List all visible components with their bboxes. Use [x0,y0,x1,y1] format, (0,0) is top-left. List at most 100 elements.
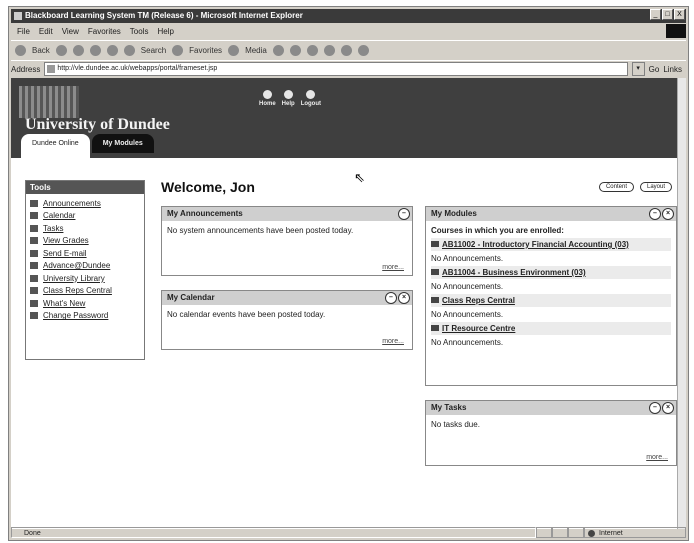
course-link[interactable]: IT Resource Centre [431,322,671,335]
module-header: My Announcements – [162,207,412,221]
tab-dundee-online[interactable]: Dundee Online [21,134,90,158]
tools-panel: Tools Announcements Calendar Tasks View … [25,180,145,360]
tool-class-reps-central[interactable]: Class Reps Central [30,285,140,298]
remove-icon[interactable]: × [398,292,410,304]
back-button[interactable]: Back [32,46,50,55]
module-title: My Tasks [431,403,467,412]
home-icon[interactable] [106,44,118,56]
tool-advance-dundee[interactable]: Advance@Dundee [30,260,140,273]
tool-university-library[interactable]: University Library [30,272,140,285]
address-label: Address [11,64,41,74]
menu-favorites[interactable]: Favorites [88,25,121,38]
course-name: AB11004 - Business Environment (03) [442,268,586,277]
tool-whats-new[interactable]: What's New [30,297,140,310]
close-button[interactable]: X [674,9,685,20]
mail-icon[interactable] [289,44,301,56]
stop-icon[interactable] [72,44,84,56]
course-link[interactable]: Class Reps Central [431,294,671,307]
crest-icon [19,86,79,118]
course-name: AB11002 - Introductory Financial Account… [442,240,629,249]
discuss-icon[interactable] [340,44,352,56]
tool-label: Advance@Dundee [43,261,111,271]
announcements-text: No system announcements have been posted… [167,226,354,235]
browser-window: Blackboard Learning System TM (Release 6… [8,6,689,541]
search-button[interactable]: Search [141,46,166,55]
minimize-button[interactable]: _ [650,9,661,20]
media-button[interactable]: Media [245,46,267,55]
course-link[interactable]: AB11002 - Introductory Financial Account… [431,238,671,251]
status-bar: Done Internet [11,527,686,538]
module-title: My Calendar [167,293,215,302]
collapse-icon[interactable]: – [398,208,410,220]
history-icon[interactable] [272,44,284,56]
top-nav: Home Help Logout [259,90,321,107]
course-note: No Announcements. [431,310,504,319]
module-title: My Announcements [167,209,243,218]
status-cell [552,527,568,538]
vertical-scrollbar[interactable] [677,78,686,529]
content-button[interactable]: Content [598,182,634,192]
module-header: My Calendar – × [162,291,412,305]
status-cell [568,527,584,538]
course-name: IT Resource Centre [442,324,516,333]
tool-label: Send E-mail [43,248,87,258]
collapse-icon[interactable]: – [649,402,661,414]
messenger-icon[interactable] [357,44,369,56]
address-bar: Address http://vle.dundee.ac.uk/webapps/… [11,60,686,77]
tools-header: Tools [26,181,144,194]
address-dropdown-icon[interactable]: ▾ [631,62,645,76]
menu-file[interactable]: File [17,25,30,38]
course-link[interactable]: AB11004 - Business Environment (03) [431,266,671,279]
tool-label: Calendar [43,211,76,221]
tool-label: View Grades [43,236,89,246]
maximize-button[interactable]: □ [662,9,673,20]
nav-help[interactable]: Help [282,90,295,107]
banner: University of Dundee Home Help Logout Du… [11,78,680,158]
remove-icon[interactable]: × [662,208,674,220]
tool-label: University Library [43,273,105,283]
menu-view[interactable]: View [62,25,79,38]
edit-icon[interactable] [323,44,335,56]
more-link[interactable]: more... [382,338,404,345]
help-icon [283,90,293,99]
media-icon[interactable] [228,44,240,56]
collapse-icon[interactable]: – [649,208,661,220]
layout-button[interactable]: Layout [639,182,672,192]
tool-change-password[interactable]: Change Password [30,310,140,323]
nav-logout[interactable]: Logout [301,90,321,107]
tool-tasks[interactable]: Tasks [30,222,140,235]
course-name: Class Reps Central [442,296,515,305]
remove-icon[interactable]: × [662,402,674,414]
tool-send-email[interactable]: Send E-mail [30,247,140,260]
university-logo: University of Dundee [19,86,209,136]
logout-icon [306,90,316,99]
tool-announcements[interactable]: Announcements [30,197,140,210]
course-note: No Announcements. [431,338,504,347]
tool-label: Tasks [43,223,64,233]
nav-home[interactable]: Home [259,90,276,107]
more-link[interactable]: more... [646,454,668,461]
tool-calendar[interactable]: Calendar [30,210,140,223]
calendar-module: My Calendar – × No calendar events have b… [161,290,413,350]
links-button[interactable]: Links [663,65,686,74]
menu-edit[interactable]: Edit [39,25,53,38]
more-link[interactable]: more... [382,264,404,271]
collapse-icon[interactable]: – [385,292,397,304]
forward-icon[interactable] [55,44,67,56]
menu-help[interactable]: Help [157,25,173,38]
title-bar: Blackboard Learning System TM (Release 6… [11,9,686,23]
refresh-icon[interactable] [89,44,101,56]
search-icon[interactable] [123,44,135,56]
address-input[interactable]: http://vle.dundee.ac.uk/webapps/portal/f… [44,62,628,76]
back-icon[interactable] [15,44,26,56]
go-button[interactable]: Go [649,65,660,74]
print-icon[interactable] [306,44,318,56]
tool-view-grades[interactable]: View Grades [30,235,140,248]
favorites-button[interactable]: Favorites [189,46,222,55]
modules-intro: Courses in which you are enrolled: [431,226,564,235]
tab-my-modules[interactable]: My Modules [91,134,154,153]
mouse-cursor-icon: ⇖ [354,170,365,185]
menu-tools[interactable]: Tools [130,25,149,38]
modules-module: My Modules – × Courses in which you are e… [425,206,677,386]
favorites-icon[interactable] [172,44,184,56]
